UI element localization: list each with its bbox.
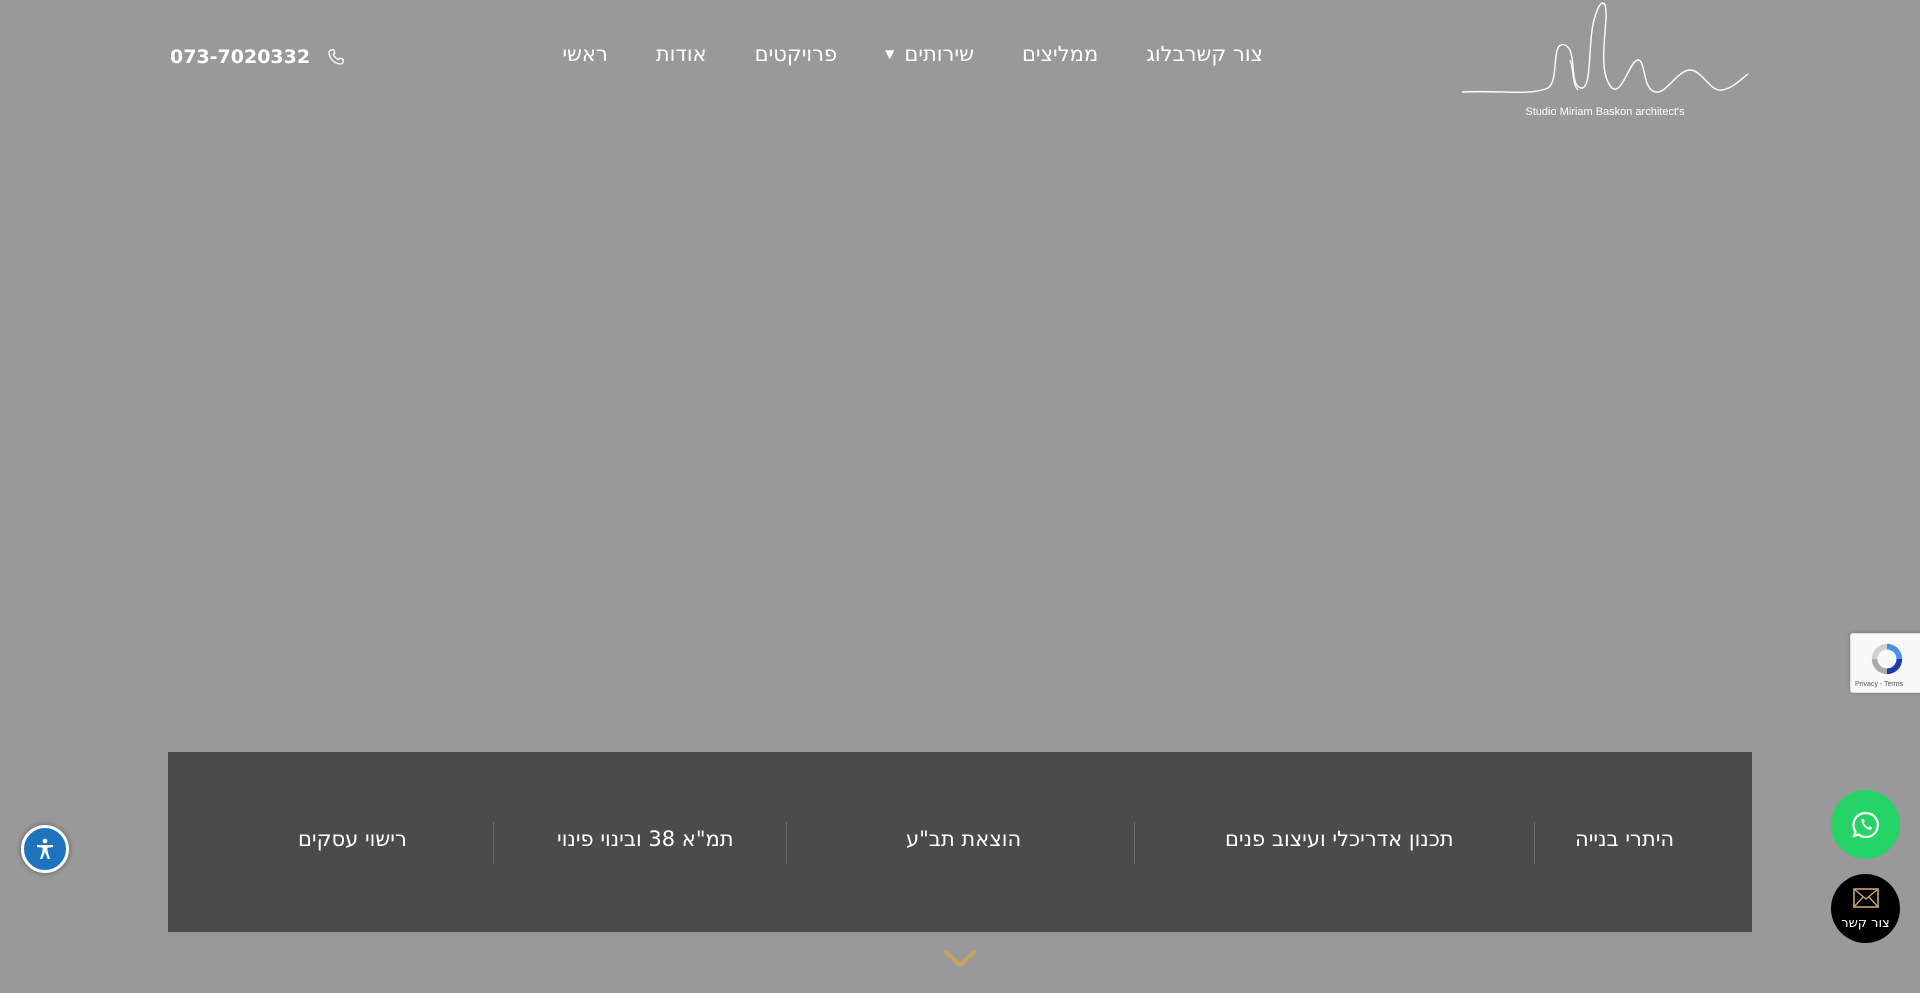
contact-float-button[interactable]: צור קשר [1831,874,1900,943]
site-header: Studio Miriam Baskon architect's ראשי או… [0,0,1920,130]
logo-mark [1461,2,1749,93]
nav-blog[interactable]: בלוג [1146,42,1184,66]
envelope-icon [1853,888,1879,908]
nav-testimonials[interactable]: ממליצים [1022,42,1098,66]
whatsapp-icon [1852,811,1879,839]
divider [1134,822,1135,864]
accessibility-icon [37,838,53,859]
nav-about[interactable]: אודות [656,42,707,66]
recaptcha-text[interactable]: Privacy - Terms [1855,681,1903,688]
phone-link[interactable]: 073-7020332 [170,46,346,68]
service-building-permits[interactable]: היתרי בנייה [1575,827,1674,851]
whatsapp-button[interactable] [1831,790,1900,859]
caret-down-icon: ▼ [885,47,895,61]
nav-home[interactable]: ראשי [562,42,607,66]
phone-icon [328,49,345,65]
accessibility-button[interactable] [21,825,69,873]
nav-services[interactable]: שירותים ▼ [885,42,974,66]
logo-text: Studio Miriam Baskon architect's [1525,106,1685,118]
service-architectural-design[interactable]: תכנון אדריכלי ועיצוב פנים [1225,827,1454,851]
contact-float-label: צור קשר [1841,916,1890,931]
nav-services-label: שירותים [904,42,974,66]
recaptcha-icon [1871,643,1903,675]
chevron-down-icon[interactable] [942,948,978,970]
service-tama-38[interactable]: תמ"א 38 ובינוי פינוי [557,827,734,851]
nav-projects[interactable]: פרויקטים [755,42,838,66]
service-zoning-plan[interactable]: הוצאת תב"ע [906,827,1021,851]
divider [493,822,494,864]
nav-contact[interactable]: צור קשר [1185,42,1263,66]
logo[interactable]: Studio Miriam Baskon architect's [1460,0,1750,125]
phone-number: 073-7020332 [170,46,311,68]
divider [786,822,787,864]
divider [1534,822,1535,864]
main-nav: ראשי אודות פרויקטים שירותים ▼ ממליצים בל… [562,42,1263,66]
services-bar: היתרי בנייה תכנון אדריכלי ועיצוב פנים הו… [168,752,1752,932]
service-business-licensing[interactable]: רישוי עסקים [298,827,407,851]
recaptcha-badge[interactable]: Privacy - Terms [1850,633,1920,693]
